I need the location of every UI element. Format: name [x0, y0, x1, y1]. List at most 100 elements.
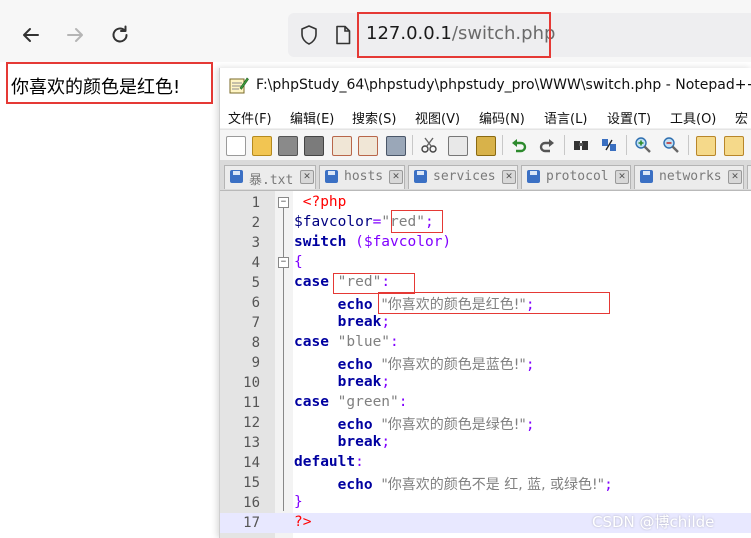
menu-file[interactable]: 文件(F) [228, 108, 272, 127]
menu-macro[interactable]: 宏 [735, 108, 748, 127]
save-icon [230, 170, 243, 183]
notepad-title: F:\phpStudy_64\phpstudy\phpstudy_pro\WWW… [256, 77, 751, 93]
line-number: 12 [243, 415, 260, 431]
find-icon[interactable] [572, 136, 590, 154]
string-literal: "你喜欢的颜色是绿色!" [381, 417, 526, 433]
code-line: 10 break; [220, 373, 751, 393]
undo-icon[interactable] [510, 136, 528, 154]
save-icon [414, 170, 427, 183]
menu-tools[interactable]: 工具(O) [670, 108, 716, 127]
menu-view[interactable]: 视图(V) [415, 108, 460, 127]
operator: ; [525, 417, 535, 433]
notepad-tabbar: 暴.txt ✕ hosts ✕ services ✕ protocol ✕ ne… [220, 160, 751, 191]
brace: } [294, 494, 303, 510]
red-highlight-box [391, 210, 443, 233]
keyword: break [337, 374, 382, 390]
word-wrap-icon[interactable] [724, 136, 744, 156]
replace-icon[interactable] [600, 136, 618, 154]
menu-edit[interactable]: 编辑(E) [290, 108, 334, 127]
menu-settings[interactable]: 设置(T) [607, 108, 651, 127]
code-line: 9 echo "你喜欢的颜色是蓝色!"; [220, 353, 751, 373]
keyword: case [294, 274, 329, 290]
tab-services[interactable]: services ✕ [408, 165, 518, 189]
code-line: 15 echo "你喜欢的颜色不是 红, 蓝, 或绿色!"; [220, 473, 751, 493]
back-arrow-icon[interactable] [18, 22, 44, 48]
tab-label: protocol [546, 169, 609, 184]
menu-search[interactable]: 搜索(S) [352, 108, 396, 127]
menu-encoding[interactable]: 编码(N) [479, 108, 525, 127]
copy-icon[interactable] [448, 136, 468, 156]
operator: : [398, 394, 408, 410]
new-file-icon[interactable] [226, 136, 246, 156]
tab-networks[interactable]: networks ✕ [634, 165, 744, 189]
tab-close-icon[interactable]: ✕ [300, 170, 314, 184]
notepad-toolbar [220, 129, 751, 161]
tab-overflow[interactable] [747, 165, 751, 189]
fold-toggle-icon[interactable]: − [278, 257, 289, 268]
url-highlight-box [357, 12, 551, 58]
code-text: default: [294, 454, 364, 470]
menu-language[interactable]: 语言(L) [544, 108, 587, 127]
operator: : [355, 454, 364, 470]
tab-label: 暴.txt [249, 173, 294, 188]
open-file-icon[interactable] [252, 136, 272, 156]
code-text: <?php [294, 194, 347, 210]
forward-arrow-icon[interactable] [62, 22, 88, 48]
save-all-icon[interactable] [304, 136, 324, 156]
zoom-in-icon[interactable] [634, 136, 652, 154]
redo-icon[interactable] [538, 136, 556, 154]
save-icon [527, 170, 540, 183]
operator: : [390, 334, 399, 350]
browser-toolbar: 127.0.0.1/switch.php [0, 0, 751, 62]
shield-icon[interactable] [298, 24, 320, 46]
close-all-icon[interactable] [358, 136, 378, 156]
tab-label: networks [659, 169, 722, 184]
toolbar-separator [688, 135, 689, 155]
line-number: 17 [243, 515, 260, 531]
line-number: 1 [251, 195, 260, 211]
save-icon [325, 170, 338, 183]
code-editor[interactable]: 1 − <?php 2 $favcolor="red"; 3 switch ($… [220, 191, 751, 538]
tab-close-icon[interactable]: ✕ [389, 170, 403, 184]
code-line: 13 break; [220, 433, 751, 453]
code-line: 8 case "blue": [220, 333, 751, 353]
red-highlight-box [378, 292, 610, 314]
toolbar-separator [412, 135, 413, 155]
fold-toggle-icon[interactable]: − [278, 197, 289, 208]
cut-icon[interactable] [420, 136, 438, 154]
tab-protocol[interactable]: protocol ✕ [521, 165, 631, 189]
keyword: echo [337, 477, 373, 493]
code-text: case "green": [294, 394, 408, 410]
tab-close-icon[interactable]: ✕ [728, 170, 742, 184]
zoom-out-icon[interactable] [662, 136, 680, 154]
line-number: 11 [243, 395, 260, 411]
keyword: break [337, 314, 382, 330]
line-number: 8 [251, 335, 260, 351]
line-number: 10 [243, 375, 260, 391]
code-text: echo "你喜欢的颜色是蓝色!"; [294, 354, 535, 374]
line-number: 9 [251, 355, 260, 371]
save-icon[interactable] [278, 136, 298, 156]
reload-icon[interactable] [107, 22, 133, 48]
save-icon [640, 170, 653, 183]
tab-close-icon[interactable]: ✕ [615, 170, 629, 184]
code-text: } [294, 494, 303, 510]
line-number: 4 [251, 255, 260, 271]
paste-icon[interactable] [476, 136, 496, 156]
tab-hosts[interactable]: hosts ✕ [319, 165, 405, 189]
page-info-icon[interactable] [332, 24, 354, 46]
print-icon[interactable] [386, 136, 406, 156]
code-text: switch ($favcolor) [294, 234, 451, 250]
tab-close-icon[interactable]: ✕ [502, 170, 516, 184]
code-text: ?> [294, 514, 311, 530]
code-line: 7 break; [220, 313, 751, 333]
keyword: echo [337, 417, 373, 433]
line-number: 14 [243, 455, 260, 471]
operator: = [372, 214, 382, 230]
sync-scroll-icon[interactable] [696, 136, 716, 156]
toolbar-separator [626, 135, 627, 155]
keyword: echo [337, 297, 373, 313]
operator: ; [381, 374, 391, 390]
tab-file-1[interactable]: 暴.txt ✕ [224, 165, 316, 189]
close-icon[interactable] [332, 136, 352, 156]
